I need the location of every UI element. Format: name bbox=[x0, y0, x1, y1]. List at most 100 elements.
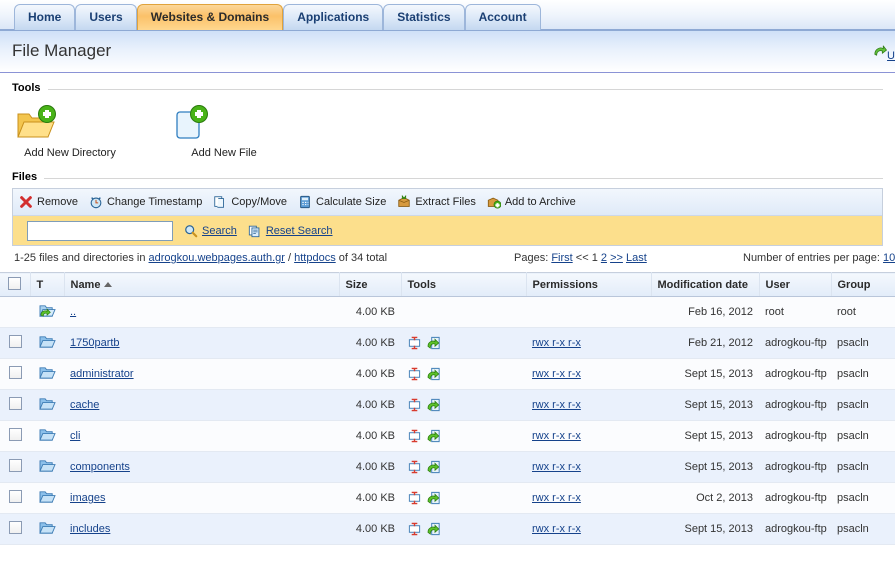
row-checkbox[interactable] bbox=[8, 397, 22, 410]
download-icon[interactable] bbox=[427, 336, 442, 350]
page-next-link[interactable]: >> bbox=[610, 252, 623, 264]
action-change-timestamp-button[interactable]: Change Timestamp bbox=[89, 195, 202, 209]
rename-icon[interactable] bbox=[407, 336, 422, 350]
add-new-directory-button[interactable]: Add New Directory bbox=[14, 104, 126, 159]
column-header-permissions[interactable]: Permissions bbox=[526, 272, 652, 297]
select-all-checkbox[interactable] bbox=[8, 276, 22, 290]
page-2-link[interactable]: 2 bbox=[601, 252, 607, 264]
table-row[interactable]: .. 4.00 KB Feb 16, 2012 root root bbox=[0, 296, 895, 328]
action-calculate-size-button[interactable]: Calculate Size bbox=[298, 195, 386, 209]
table-row[interactable]: 1750partb 4.00 KB rwx r-x r-x Feb 21, 2012 a… bbox=[0, 327, 895, 359]
header-action-link[interactable]: U bbox=[872, 44, 895, 62]
permissions-link[interactable]: rwx r-x r-x bbox=[532, 337, 581, 349]
page-last-link[interactable]: Last bbox=[626, 252, 647, 264]
tools-section-title: Tools bbox=[12, 82, 48, 94]
rename-icon[interactable] bbox=[407, 460, 422, 474]
page-first-link[interactable]: First bbox=[551, 252, 572, 264]
nav-tab-account[interactable]: Account bbox=[464, 4, 541, 30]
row-name-cell: images bbox=[64, 482, 339, 514]
column-header-group[interactable]: Group bbox=[831, 272, 895, 297]
action-copy-move-button[interactable]: Copy/Move bbox=[213, 195, 287, 209]
row-group-cell: psacln bbox=[831, 327, 895, 359]
row-checkbox[interactable] bbox=[8, 459, 22, 472]
file-name-link[interactable]: components bbox=[70, 461, 130, 473]
download-icon[interactable] bbox=[427, 491, 442, 505]
nav-tab-applications[interactable]: Applications bbox=[283, 4, 384, 30]
table-row[interactable]: images 4.00 KB rwx r-x r-x Oct 2, 2013 adrog… bbox=[0, 482, 895, 514]
permissions-link[interactable]: rwx r-x r-x bbox=[532, 368, 581, 380]
rename-icon[interactable] bbox=[407, 522, 422, 536]
row-group-cell: psacln bbox=[831, 420, 895, 452]
action-extract-files-button[interactable]: Extract Files bbox=[397, 195, 476, 209]
download-icon[interactable] bbox=[427, 460, 442, 474]
table-row[interactable]: administrator 4.00 KB rwx r-x r-x Sept 15, … bbox=[0, 358, 895, 390]
add-new-file-button[interactable]: Add New File bbox=[168, 104, 280, 159]
search-input[interactable] bbox=[27, 220, 173, 241]
row-checkbox[interactable] bbox=[8, 366, 22, 379]
rename-icon[interactable] bbox=[407, 367, 422, 381]
row-type-cell bbox=[30, 389, 64, 421]
action-remove-button[interactable]: Remove bbox=[19, 195, 78, 209]
nav-tab-websites-domains[interactable]: Websites & Domains bbox=[136, 4, 284, 30]
nav-tab-statistics[interactable]: Statistics bbox=[383, 4, 465, 30]
column-header-type[interactable]: T bbox=[30, 272, 65, 297]
table-row[interactable]: includes 4.00 KB rwx r-x r-x Sept 15, 2013 a… bbox=[0, 513, 895, 545]
column-header-tools[interactable]: Tools bbox=[401, 272, 527, 297]
listing-range-info: 1-25 files and directories in adrogkou.w… bbox=[14, 252, 387, 264]
files-section-divider bbox=[12, 178, 883, 179]
sort-ascending-icon bbox=[104, 282, 113, 288]
row-checkbox[interactable] bbox=[8, 490, 22, 503]
row-checkbox[interactable] bbox=[8, 428, 22, 441]
rename-icon[interactable] bbox=[407, 491, 422, 505]
row-permissions-cell: rwx r-x r-x bbox=[526, 482, 651, 514]
download-icon[interactable] bbox=[427, 398, 442, 412]
row-checkbox[interactable] bbox=[8, 335, 22, 348]
file-name-link[interactable]: administrator bbox=[70, 368, 134, 380]
red-x-icon bbox=[19, 195, 33, 209]
column-header-size[interactable]: Size bbox=[339, 272, 402, 297]
file-name-link[interactable]: 1750partb bbox=[70, 337, 120, 349]
permissions-link[interactable]: rwx r-x r-x bbox=[532, 523, 581, 535]
permissions-link[interactable]: rwx r-x r-x bbox=[532, 430, 581, 442]
column-header-label: User bbox=[765, 278, 790, 291]
domain-link[interactable]: adrogkou.webpages.auth.gr bbox=[149, 252, 285, 264]
permissions-link[interactable]: rwx r-x r-x bbox=[532, 399, 581, 411]
rename-icon[interactable] bbox=[407, 398, 422, 412]
row-group-cell: root bbox=[831, 296, 895, 328]
magnifier-icon bbox=[184, 224, 198, 238]
column-header-user[interactable]: User bbox=[759, 272, 832, 297]
folder-icon bbox=[38, 489, 56, 504]
entries-per-page-10[interactable]: 10 bbox=[883, 252, 895, 264]
column-header-label: Tools bbox=[407, 278, 437, 291]
file-name-link[interactable]: includes bbox=[70, 523, 110, 535]
row-modified-cell: Sept 15, 2013 bbox=[651, 420, 759, 452]
row-user-cell: adrogkou-ftp bbox=[759, 482, 831, 514]
reset-search-label: Reset Search bbox=[265, 224, 333, 237]
permissions-link[interactable]: rwx r-x r-x bbox=[532, 461, 581, 473]
file-name-link[interactable]: images bbox=[70, 492, 105, 504]
file-name-link[interactable]: .. bbox=[70, 306, 76, 318]
file-name-link[interactable]: cli bbox=[70, 430, 80, 442]
files-action-toolbar: Remove Change Timestamp Copy/Move Calculate… bbox=[13, 189, 882, 216]
nav-tab-home[interactable]: Home bbox=[14, 4, 76, 30]
table-row[interactable]: components 4.00 KB rwx r-x r-x Sept 15, 201… bbox=[0, 451, 895, 483]
column-header-name[interactable]: Name bbox=[64, 272, 340, 297]
row-select-cell bbox=[0, 420, 30, 452]
download-icon[interactable] bbox=[427, 367, 442, 381]
path-link[interactable]: httpdocs bbox=[294, 252, 336, 264]
nav-tab-users[interactable]: Users bbox=[75, 4, 137, 30]
files-search-bar: Search Reset Search bbox=[13, 216, 882, 245]
action-add-to-archive-button[interactable]: Add to Archive bbox=[487, 195, 576, 209]
row-checkbox[interactable] bbox=[8, 521, 22, 534]
download-icon[interactable] bbox=[427, 522, 442, 536]
rename-icon[interactable] bbox=[407, 429, 422, 443]
search-button[interactable]: Search bbox=[184, 224, 237, 238]
row-type-cell bbox=[30, 358, 64, 390]
table-row[interactable]: cli 4.00 KB rwx r-x r-x Sept 15, 2013 adrogk… bbox=[0, 420, 895, 452]
column-header-modified[interactable]: Modification date bbox=[651, 272, 760, 297]
table-row[interactable]: cache 4.00 KB rwx r-x r-x Sept 15, 2013 adro… bbox=[0, 389, 895, 421]
permissions-link[interactable]: rwx r-x r-x bbox=[532, 492, 581, 504]
file-name-link[interactable]: cache bbox=[70, 399, 99, 411]
download-icon[interactable] bbox=[427, 429, 442, 443]
reset-search-button[interactable]: Reset Search bbox=[248, 224, 333, 238]
